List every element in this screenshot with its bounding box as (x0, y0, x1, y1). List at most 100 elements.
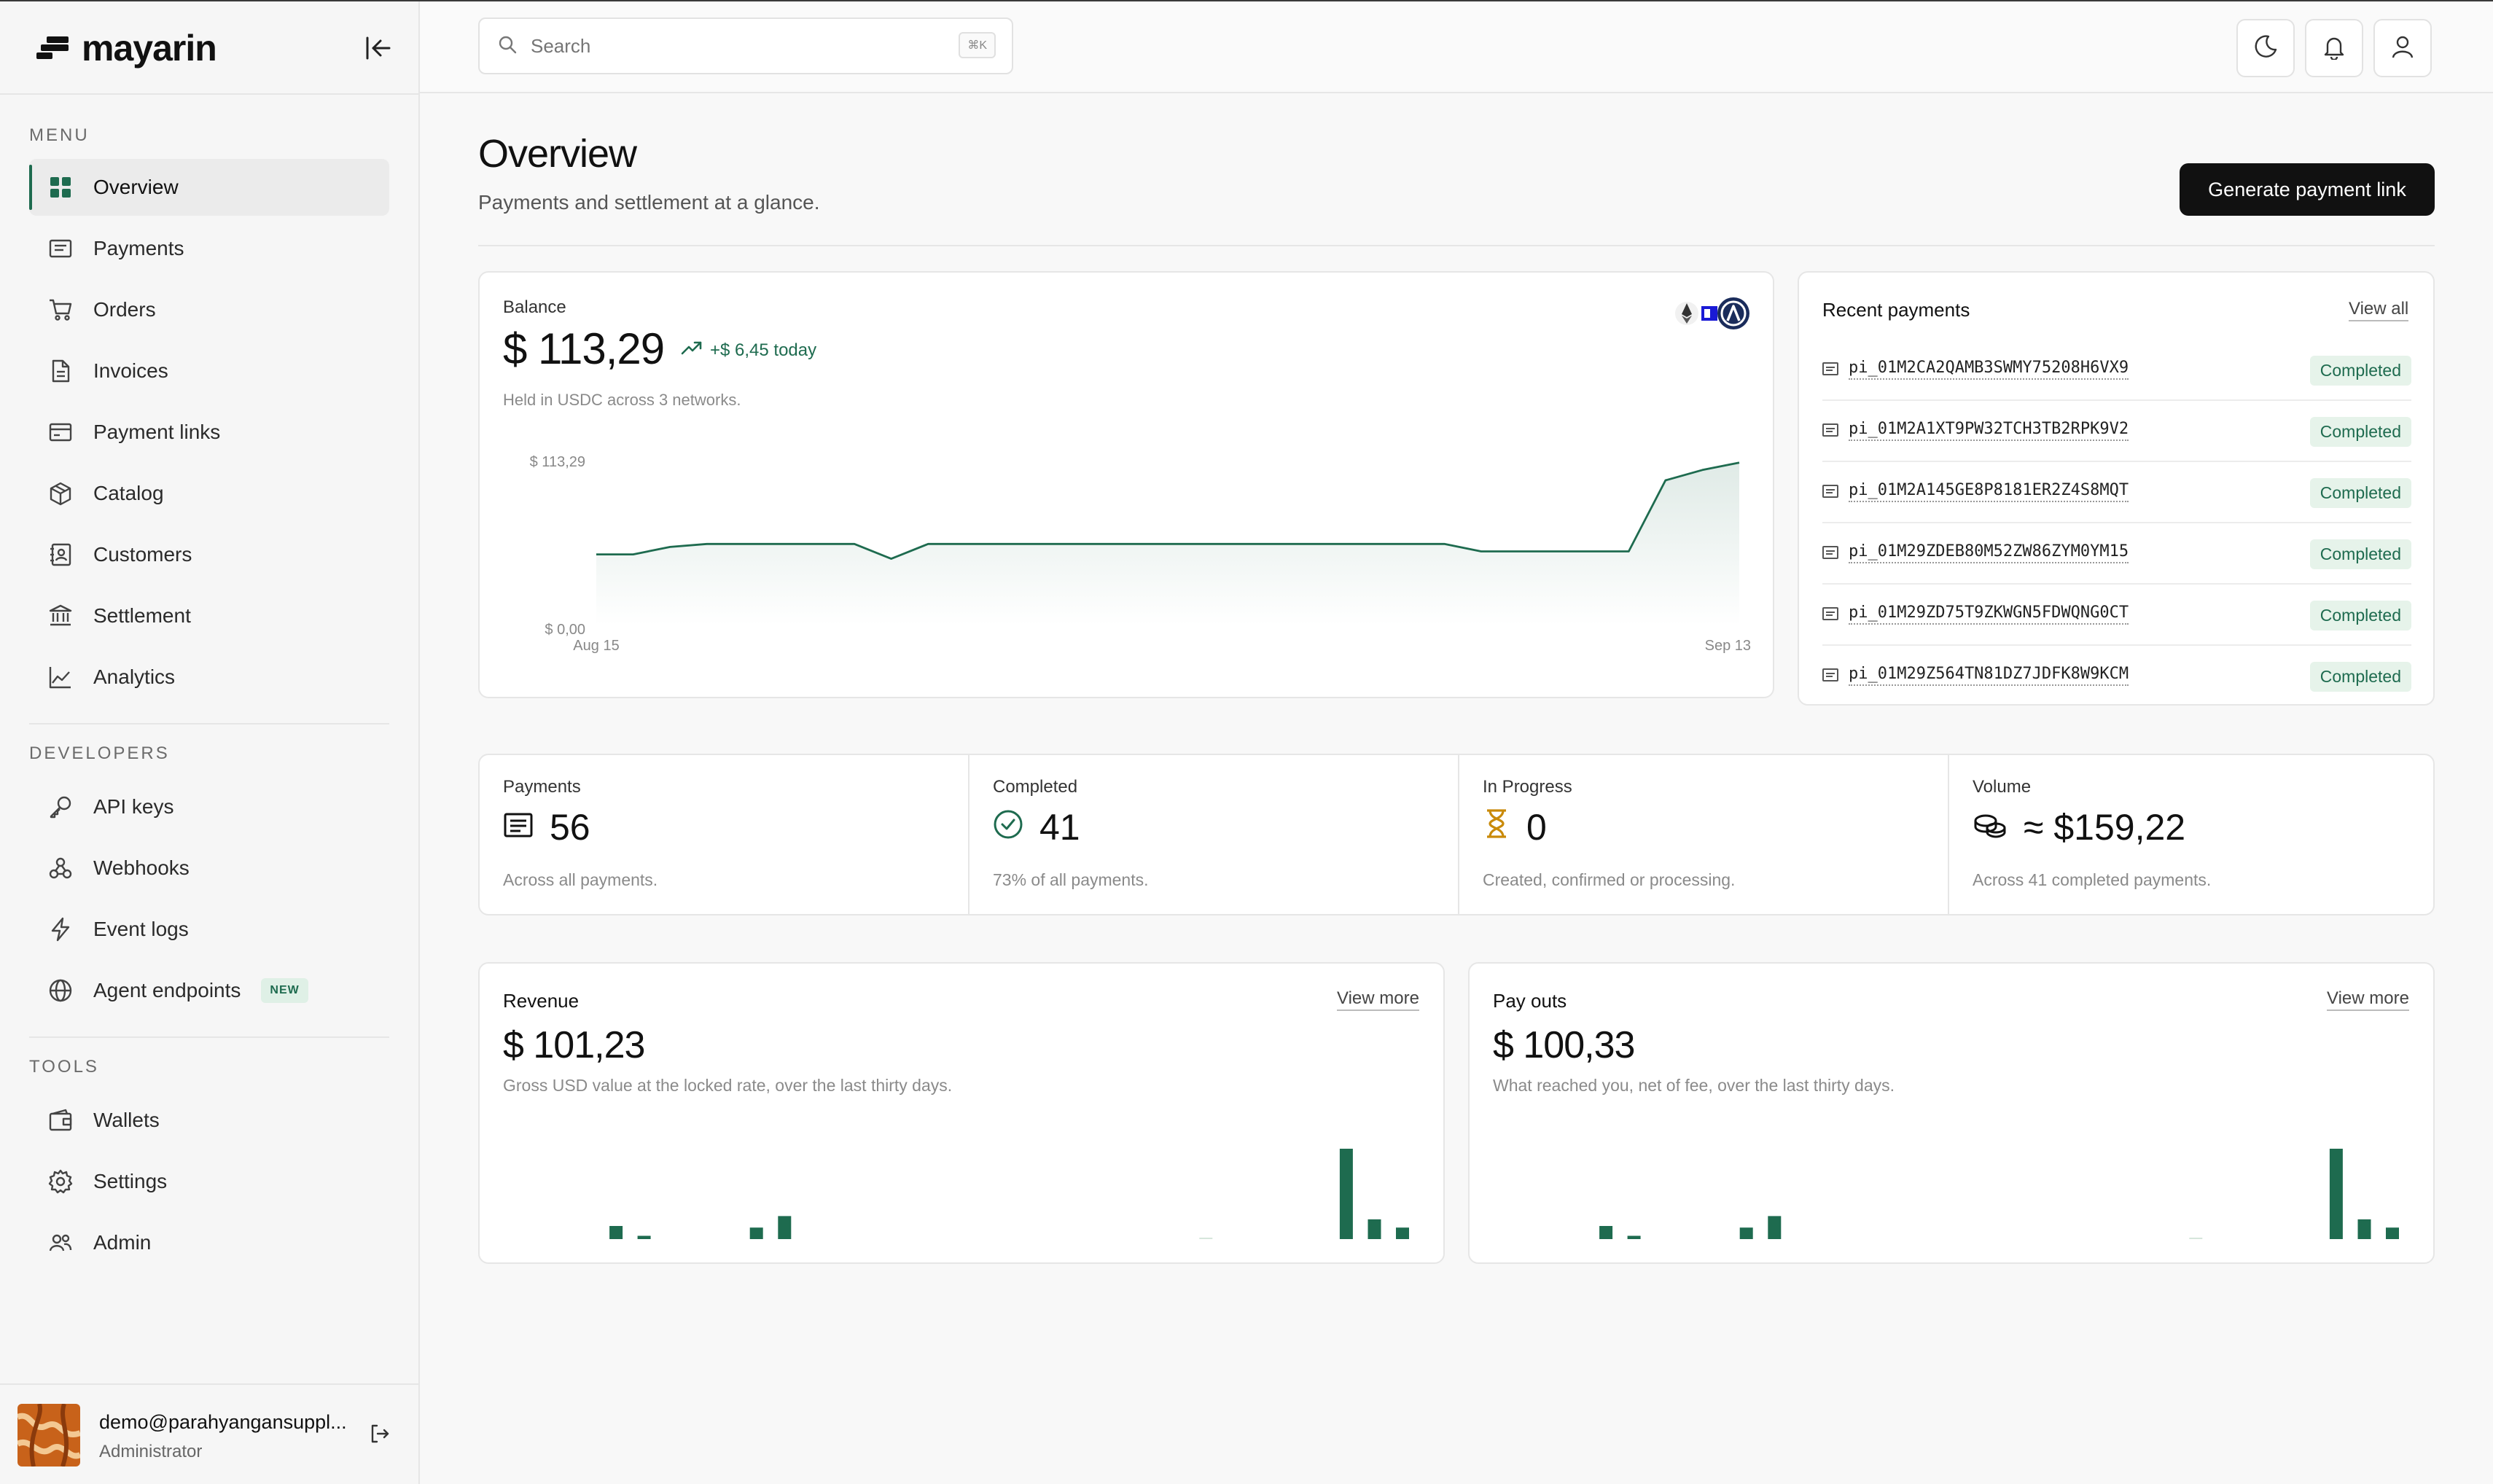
box-icon (48, 481, 73, 506)
stats-card: Payments 56 Across all payments. Complet… (478, 754, 2435, 915)
topbar: ⌘K (420, 1, 2493, 93)
payouts-bar-chart (1599, 1149, 2399, 1239)
stat-value-row: 41 (993, 806, 1080, 848)
search-icon (497, 34, 518, 58)
payment-id-link[interactable]: pi_01M2CA2QAMB3SWMY75208H6VX9 (1849, 359, 2129, 380)
stat-subtext: 73% of all payments. (993, 870, 1149, 889)
key-icon (48, 794, 73, 819)
sidebar-item-label: Orders (93, 298, 156, 321)
sidebar-divider (0, 93, 418, 95)
sidebar-item-wallets[interactable]: Wallets (29, 1092, 389, 1149)
search-box[interactable]: ⌘K (478, 17, 1013, 74)
payment-id-link[interactable]: pi_01M29ZD75T9ZKWGN5FDWQNG0CT (1849, 604, 2129, 625)
logout-icon[interactable] (367, 1421, 392, 1446)
bar (1396, 1227, 1409, 1239)
stat-value: ≈ $159,22 (2024, 807, 2186, 848)
stat-value: 41 (1039, 807, 1080, 848)
sidebar-item-invoices[interactable]: Invoices (29, 343, 389, 399)
revenue-card: Revenue View more $ 101,23 Gross USD val… (478, 962, 1445, 1264)
line-chart-icon (48, 665, 73, 690)
payment-row[interactable]: pi_01M2A1XT9PW32TCH3TB2RPK9V2 Completed (1822, 401, 2411, 462)
search-shortcut: ⌘K (959, 32, 996, 58)
sidebar-item-admin[interactable]: Admin (29, 1214, 389, 1271)
generate-payment-link-button[interactable]: Generate payment link (2180, 163, 2435, 216)
stat-label: Payments (503, 777, 581, 797)
receipt-icon (1822, 362, 1838, 376)
recent-payments-card: Recent payments View all pi_01M2CA2QAMB3… (1798, 271, 2435, 706)
sidebar-item-label: Agent endpoints (93, 979, 241, 1001)
sidebar-item-api-keys[interactable]: API keys (29, 778, 389, 835)
developers-section-label: DEVELOPERS (29, 743, 170, 763)
payment-row[interactable]: pi_01M2A145GE8P8181ER2Z4S8MQT Completed (1822, 462, 2411, 523)
receipt-icon (1822, 668, 1838, 682)
collapse-sidebar-icon[interactable] (362, 34, 394, 63)
wallet-icon (48, 1108, 73, 1133)
sidebar-item-label: Overview (93, 176, 179, 198)
grid-icon (48, 175, 73, 200)
bar (1368, 1219, 1381, 1239)
stat-label: Completed (993, 777, 1078, 797)
stat-label: Volume (1973, 777, 2032, 797)
account-button[interactable] (2373, 19, 2432, 77)
header-divider (478, 245, 2435, 246)
cart-icon (48, 297, 73, 322)
bar (1768, 1216, 1782, 1239)
stat-value: 0 (1526, 807, 1547, 848)
user-profile[interactable]: demo@parahyangansuppl... Administrator (0, 1383, 418, 1484)
sidebar-item-agent-endpoints[interactable]: Agent endpoints NEW (29, 962, 389, 1019)
sidebar-divider (29, 723, 389, 725)
bar (2329, 1149, 2343, 1239)
notifications-button[interactable] (2305, 19, 2363, 77)
payment-row[interactable]: pi_01M29ZD75T9ZKWGN5FDWQNG0CT Completed (1822, 585, 2411, 646)
payment-row[interactable]: pi_01M2CA2QAMB3SWMY75208H6VX9 Completed (1822, 340, 2411, 401)
search-input[interactable] (531, 34, 939, 58)
sidebar-item-label: Settlement (93, 604, 191, 627)
users-icon (48, 1230, 73, 1255)
stat-label: In Progress (1483, 777, 1572, 797)
stat-value: 56 (550, 807, 590, 848)
revenue-bar-chart (609, 1149, 1409, 1239)
tools-section-label: TOOLS (29, 1057, 99, 1077)
stat-volume: Volume ≈ $159,22 Across 41 completed pay… (1949, 755, 2438, 914)
sidebar-item-orders[interactable]: Orders (29, 281, 389, 338)
stat-value-row: 56 (503, 806, 590, 848)
payment-id-link[interactable]: pi_01M2A145GE8P8181ER2Z4S8MQT (1849, 481, 2129, 502)
sidebar: mayarin MENU Overview Payments Orders In… (0, 1, 420, 1484)
sidebar-item-event-logs[interactable]: Event logs (29, 901, 389, 958)
receipt-icon (1822, 545, 1838, 560)
receipt-icon (503, 806, 534, 848)
payment-row[interactable]: pi_01M29ZDEB80M52ZW86ZYM0YM15 Completed (1822, 523, 2411, 585)
view-all-link[interactable]: View all (2349, 299, 2409, 321)
payment-id-link[interactable]: pi_01M29ZDEB80M52ZW86ZYM0YM15 (1849, 542, 2129, 563)
bar (637, 1235, 651, 1239)
sidebar-item-payments[interactable]: Payments (29, 220, 389, 277)
payouts-card: Pay outs View more $ 100,33 What reached… (1468, 962, 2435, 1264)
y-max-label: $ 113,29 (530, 454, 585, 470)
sidebar-item-analytics[interactable]: Analytics (29, 649, 389, 706)
payment-id-link[interactable]: pi_01M2A1XT9PW32TCH3TB2RPK9V2 (1849, 420, 2129, 441)
page-title: Overview (478, 132, 637, 176)
status-badge: Completed (2309, 417, 2411, 447)
sidebar-item-label: API keys (93, 795, 174, 818)
webhook-icon (48, 856, 73, 880)
sidebar-item-settlement[interactable]: Settlement (29, 587, 389, 644)
sidebar-item-label: Webhooks (93, 856, 190, 879)
sidebar-item-payment-links[interactable]: Payment links (29, 404, 389, 461)
status-badge: Completed (2309, 478, 2411, 508)
payment-id-link[interactable]: pi_01M29Z564TN81DZ7JDFK8W9KCM (1849, 665, 2129, 686)
lightning-icon (48, 917, 73, 942)
brand-mark-icon (36, 34, 71, 63)
brand-logo[interactable]: mayarin (36, 28, 217, 69)
bar (1627, 1235, 1641, 1239)
theme-toggle-button[interactable] (2236, 19, 2295, 77)
sidebar-item-label: Customers (93, 543, 192, 566)
sidebar-item-label: Event logs (93, 918, 189, 940)
sidebar-item-overview[interactable]: Overview (29, 159, 389, 216)
sidebar-item-customers[interactable]: Customers (29, 526, 389, 583)
sidebar-item-webhooks[interactable]: Webhooks (29, 840, 389, 897)
payment-row[interactable]: pi_01M29Z564TN81DZ7JDFK8W9KCM Completed (1822, 646, 2411, 707)
sidebar-item-settings[interactable]: Settings (29, 1153, 389, 1210)
sidebar-item-catalog[interactable]: Catalog (29, 465, 389, 522)
user-icon (2389, 34, 2416, 63)
sidebar-item-label: Invoices (93, 359, 168, 382)
